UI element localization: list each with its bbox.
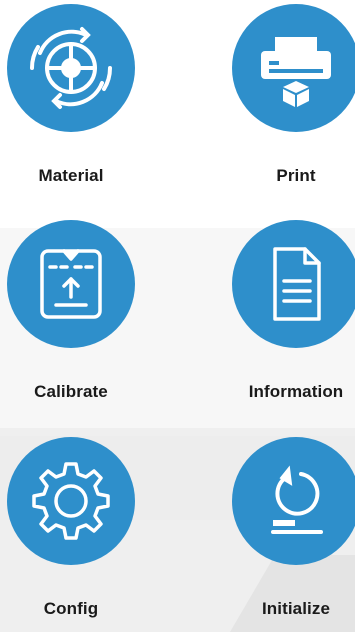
initialize-label: Initialize — [261, 599, 331, 618]
material-target-icon — [29, 27, 113, 109]
print-button[interactable] — [232, 4, 355, 132]
menu-item-material[interactable]: Material — [0, 4, 151, 186]
menu-item-calibrate[interactable]: Calibrate — [0, 220, 151, 402]
printer-icon — [261, 37, 331, 107]
print-label: Print — [276, 166, 316, 185]
information-label: Information — [248, 382, 344, 401]
information-button[interactable] — [232, 220, 355, 348]
material-label: Material — [38, 166, 104, 185]
initialize-button[interactable] — [232, 437, 355, 565]
material-button[interactable] — [7, 4, 135, 132]
reset-icon — [271, 465, 323, 534]
menu-item-config[interactable]: Config — [0, 437, 151, 619]
menu-item-print[interactable]: Print — [216, 4, 355, 186]
config-button[interactable] — [7, 437, 135, 565]
config-label: Config — [43, 599, 99, 618]
document-icon — [273, 247, 321, 321]
menu-item-information[interactable]: Information — [216, 220, 355, 402]
calibrate-icon — [40, 249, 102, 319]
gear-icon — [32, 462, 110, 540]
calibrate-button[interactable] — [7, 220, 135, 348]
calibrate-label: Calibrate — [34, 382, 108, 401]
menu-item-initialize[interactable]: Initialize — [216, 437, 355, 619]
